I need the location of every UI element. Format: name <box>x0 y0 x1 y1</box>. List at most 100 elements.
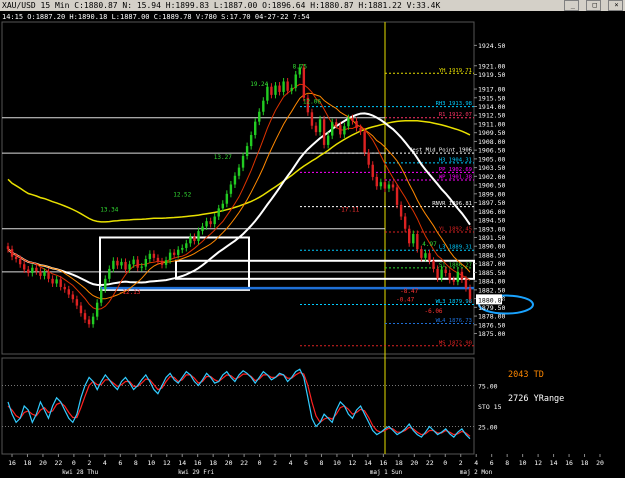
time-tick-label: 22 <box>240 459 248 467</box>
stoch-tick-label: 25.00 <box>478 423 498 431</box>
candle-body <box>367 152 370 165</box>
time-tick-label: 16 <box>379 459 387 467</box>
candle-body <box>258 111 261 122</box>
time-tick-label: 18 <box>581 459 589 467</box>
candle-body <box>100 289 103 303</box>
swing-label: -6.06 <box>424 308 442 315</box>
time-tick-label: 20 <box>410 459 418 467</box>
time-tick-label: 4 <box>289 459 293 467</box>
candle-body <box>282 81 285 92</box>
candle-body <box>164 260 168 265</box>
info-label-yrange: 2726 YRange <box>508 394 564 404</box>
price-tick-label: 1885.50 <box>478 269 505 277</box>
price-tick-label: 1875.00 <box>478 330 505 338</box>
candle-body <box>75 299 79 306</box>
candle-body <box>144 259 147 267</box>
time-tick-label: 2 <box>273 459 277 467</box>
time-tick-label: 12 <box>163 459 171 467</box>
price-tick-label: 1903.50 <box>478 164 505 172</box>
price-tick-label: 1909.50 <box>478 129 505 137</box>
candle-body <box>278 85 281 92</box>
pivot-label: R1 1912.07 <box>439 112 472 118</box>
candle-body <box>249 135 253 147</box>
candle-body <box>71 294 75 300</box>
candle-body <box>254 121 257 136</box>
candle-body <box>448 272 451 280</box>
candle-body <box>468 288 472 300</box>
price-tick-label: 1890.00 <box>478 243 505 251</box>
time-tick-label: 20 <box>596 459 604 467</box>
candle-body <box>181 247 184 250</box>
time-tick-label: 16 <box>194 459 202 467</box>
time-tick-label: 14 <box>550 459 558 467</box>
candle-body <box>221 203 224 209</box>
candle-body <box>172 252 176 255</box>
candle-body <box>314 125 318 133</box>
pivot-label: YH 1919.71 <box>439 68 472 74</box>
candle-body <box>177 249 180 255</box>
time-tick-label: 18 <box>24 459 32 467</box>
candle-body <box>355 121 358 129</box>
candle-body <box>294 74 297 88</box>
close-button[interactable]: × <box>608 0 623 11</box>
swing-label: -17.11 <box>338 206 360 213</box>
candle-body <box>245 146 249 156</box>
swing-label: 19.24 <box>250 81 268 88</box>
minimize-button[interactable]: _ <box>564 0 580 11</box>
time-tick-label: 8 <box>505 459 509 467</box>
candle-body <box>347 118 350 127</box>
candle-body <box>104 278 107 290</box>
time-tick-label: 8 <box>134 459 138 467</box>
candle-body <box>43 271 46 276</box>
candle-body <box>266 86 269 101</box>
candle-body <box>55 279 58 284</box>
candle-body <box>27 269 30 273</box>
candle-body <box>464 279 468 289</box>
price-tick-label: 1894.50 <box>478 217 505 225</box>
swing-label: -0.47 <box>396 297 414 304</box>
time-tick-label: 6 <box>118 459 122 467</box>
candle-body <box>343 126 346 135</box>
candle-body <box>302 67 306 98</box>
stoch-label: STO 15 <box>478 403 502 411</box>
candle-body <box>197 231 200 241</box>
price-tick-label: 1911.00 <box>478 120 505 128</box>
candle-body <box>379 182 383 187</box>
swing-label: -8.47 <box>400 288 418 295</box>
price-tick-label: 1924.50 <box>478 42 505 50</box>
price-tick-label: 1914.00 <box>478 103 505 111</box>
time-tick-label: 4 <box>474 459 478 467</box>
maximize-button[interactable]: □ <box>586 0 602 11</box>
time-tick-label: 2 <box>87 459 91 467</box>
price-tick-label: 1905.00 <box>478 155 505 163</box>
candle-body <box>124 261 127 270</box>
pivot-label: PP 1902.69 <box>439 167 472 173</box>
stochastic-panel: 25.00 75.00 STO 15 2043 TD 2726 YRange <box>2 368 564 440</box>
price-tick-label: 1876.50 <box>478 321 505 329</box>
candle-body <box>262 100 265 112</box>
candle-body <box>383 182 387 189</box>
candle-body <box>229 184 233 194</box>
day-label: kwi 28 Thu <box>62 469 99 476</box>
swing-label: 4.97 <box>422 241 437 248</box>
current-price-label: 1880.87 <box>478 296 505 304</box>
candle-body <box>51 278 54 284</box>
candle-body <box>233 175 237 185</box>
candle-body <box>209 221 212 225</box>
price-tick-label: 1896.00 <box>478 208 505 216</box>
candle-body <box>339 125 342 135</box>
price-tick-label: 1906.50 <box>478 147 505 155</box>
price-chart[interactable]: 14:15 O:1887.20 H:1890.18 L:1887.00 C:18… <box>0 11 625 478</box>
candle-body <box>213 216 216 225</box>
price-axis: 1924.50 1921.001919.50 1917.001915.501914.… <box>474 42 505 338</box>
price-tick-label: 1900.50 <box>478 182 505 190</box>
candle-body <box>18 259 22 265</box>
candle-body <box>59 279 62 287</box>
price-tick-label: 1888.50 <box>478 251 505 259</box>
candle-body <box>35 267 38 272</box>
swing-label: 12.52 <box>173 192 191 199</box>
day-label: kwi 29 Fri <box>178 469 215 476</box>
candle-body <box>108 268 111 279</box>
candle-body <box>290 87 293 91</box>
candle-body <box>148 253 152 260</box>
